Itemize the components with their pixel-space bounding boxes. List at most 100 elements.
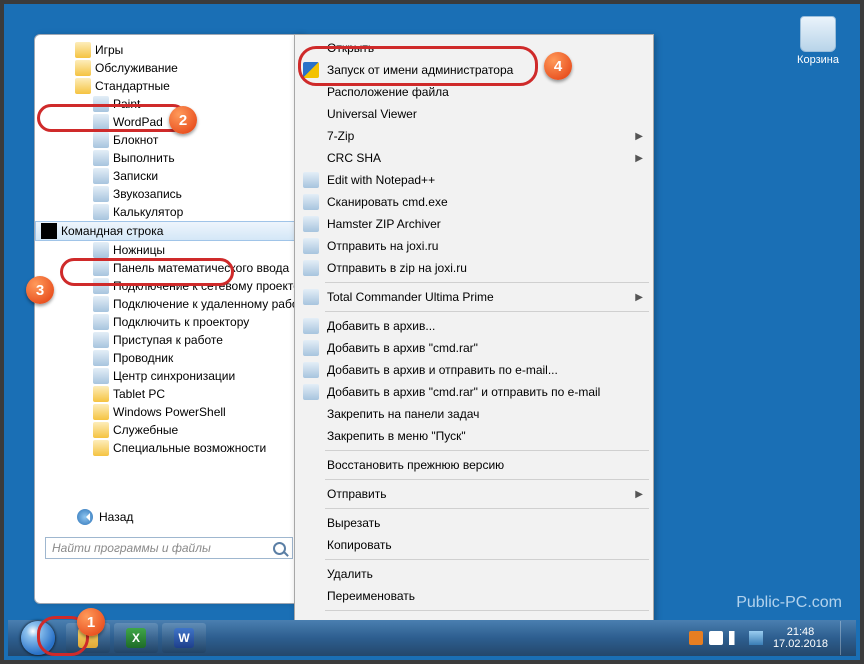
tray-network-icon[interactable] <box>749 631 763 645</box>
taskbar-app-word[interactable]: W <box>162 623 206 653</box>
context-menu-item[interactable]: Запуск от имени администратора <box>297 59 651 81</box>
context-menu-separator <box>325 559 649 560</box>
context-menu-item[interactable]: Удалить <box>297 563 651 585</box>
shield-icon <box>303 62 319 78</box>
program-item-label: Выполнить <box>113 151 175 165</box>
submenu-arrow-icon: ▶ <box>635 131 643 142</box>
back-button[interactable]: Назад <box>35 505 303 529</box>
context-menu-item[interactable]: Edit with Notepad++ <box>297 169 651 191</box>
context-menu-item[interactable]: Добавить в архив "cmd.rar" и отправить п… <box>297 381 651 403</box>
program-item[interactable]: Ножницы <box>35 241 303 259</box>
program-item[interactable]: Записки <box>35 167 303 185</box>
context-menu-item[interactable]: Копировать <box>297 534 651 556</box>
program-item[interactable]: Paint <box>35 95 303 113</box>
back-arrow-icon <box>77 509 93 525</box>
program-item-label: Подключение к удаленному рабочему <box>113 297 303 311</box>
context-menu-item[interactable]: Добавить в архив и отправить по e-mail..… <box>297 359 651 381</box>
start-button[interactable] <box>14 620 62 656</box>
taskbar-app-explorer[interactable] <box>66 623 110 653</box>
tray-flag-icon[interactable] <box>709 631 723 645</box>
program-item-label: Paint <box>113 97 140 111</box>
context-menu-item[interactable]: Добавить в архив... <box>297 315 651 337</box>
folder-icon <box>75 42 91 58</box>
program-item[interactable]: Стандартные <box>35 77 303 95</box>
program-item[interactable]: Подключение к удаленному рабочему <box>35 295 303 313</box>
context-menu-item[interactable]: Universal Viewer <box>297 103 651 125</box>
program-item[interactable]: Калькулятор <box>35 203 303 221</box>
context-menu-item[interactable]: 7-Zip ▶ <box>297 125 651 147</box>
recycle-bin-icon <box>800 16 836 52</box>
exe-icon <box>93 296 109 312</box>
exe-icon <box>93 350 109 366</box>
context-menu-item-label: Добавить в архив... <box>327 319 435 333</box>
submenu-arrow-icon: ▶ <box>635 489 643 500</box>
context-menu-item[interactable]: Hamster ZIP Archiver <box>297 213 651 235</box>
search-icon <box>273 542 286 555</box>
context-menu-item[interactable]: Отправить в zip на joxi.ru <box>297 257 651 279</box>
context-menu-separator <box>325 508 649 509</box>
program-item-label: Блокнот <box>113 133 158 147</box>
program-item[interactable]: Подключить к проектору <box>35 313 303 331</box>
context-menu-item-label: Переименовать <box>327 589 415 603</box>
program-item[interactable]: Специальные возможности <box>35 439 303 457</box>
program-item[interactable]: Панель математического ввода <box>35 259 303 277</box>
context-menu-item-label: Запуск от имени администратора <box>327 63 513 77</box>
context-menu-item-label: Добавить в архив и отправить по e-mail..… <box>327 363 558 377</box>
program-item[interactable]: Центр синхронизации <box>35 367 303 385</box>
program-item[interactable]: Игры <box>35 41 303 59</box>
context-menu-item[interactable]: Сканировать cmd.exe <box>297 191 651 213</box>
program-item[interactable]: WordPad <box>35 113 303 131</box>
program-item[interactable]: Подключение к сетевому проектору <box>35 277 303 295</box>
exe-icon <box>93 168 109 184</box>
context-menu-item[interactable]: Вырезать <box>297 512 651 534</box>
tray-volume-icon[interactable] <box>729 631 743 645</box>
context-menu-item[interactable]: CRC SHA▶ <box>297 147 651 169</box>
program-item[interactable]: Windows PowerShell <box>35 403 303 421</box>
program-item[interactable]: Служебные <box>35 421 303 439</box>
program-item[interactable]: Обслуживание <box>35 59 303 77</box>
program-item[interactable]: Выполнить <box>35 149 303 167</box>
exe-icon <box>303 260 319 276</box>
exe-icon <box>303 362 319 378</box>
context-menu-item[interactable]: Закрепить в меню "Пуск" <box>297 425 651 447</box>
context-menu-item-label: 7-Zip <box>327 129 354 143</box>
context-menu-item[interactable]: Отправить на joxi.ru <box>297 235 651 257</box>
exe-icon <box>93 132 109 148</box>
context-menu-item[interactable]: Закрепить на панели задач <box>297 403 651 425</box>
program-item-label: Командная строка <box>61 224 163 238</box>
program-item[interactable]: Проводник <box>35 349 303 367</box>
show-desktop-button[interactable] <box>840 621 850 655</box>
search-input[interactable]: Найти программы и файлы <box>45 537 293 559</box>
program-item[interactable]: Звукозапись <box>35 185 303 203</box>
context-menu-item[interactable]: Расположение файла <box>297 81 651 103</box>
context-menu-item-label: Universal Viewer <box>327 107 417 121</box>
taskbar-clock[interactable]: 21:48 17.02.2018 <box>773 626 828 650</box>
context-menu-item[interactable]: Total Commander Ultima Prime ▶ <box>297 286 651 308</box>
taskbar-app-excel[interactable]: X <box>114 623 158 653</box>
context-menu-item[interactable]: Добавить в архив "cmd.rar" <box>297 337 651 359</box>
programs-tree: Игры Обслуживание Стандартные Paint WordPad Б… <box>35 35 303 505</box>
recycle-bin[interactable]: Корзина <box>796 16 840 66</box>
exe-icon <box>93 278 109 294</box>
tray-icon[interactable] <box>689 631 703 645</box>
context-menu-item[interactable]: Открыть <box>297 37 651 59</box>
context-menu-item-label: Total Commander Ultima Prime <box>327 290 494 304</box>
context-menu-item-label: Hamster ZIP Archiver <box>327 217 441 231</box>
exe-icon <box>303 172 319 188</box>
exe-icon <box>93 114 109 130</box>
program-item[interactable]: Командная строка <box>35 221 303 241</box>
submenu-arrow-icon: ▶ <box>635 292 643 303</box>
program-item[interactable]: Приступая к работе <box>35 331 303 349</box>
program-item[interactable]: Блокнот <box>35 131 303 149</box>
context-menu-separator <box>325 282 649 283</box>
context-menu-item[interactable]: Восстановить прежнюю версию <box>297 454 651 476</box>
folder-icon <box>75 78 91 94</box>
exe-icon <box>303 384 319 400</box>
clock-time: 21:48 <box>773 626 828 638</box>
program-item-label: Обслуживание <box>95 61 178 75</box>
context-menu-item[interactable]: Переименовать <box>297 585 651 607</box>
exe-icon <box>93 96 109 112</box>
context-menu-item-label: Отправить на joxi.ru <box>327 239 438 253</box>
program-item[interactable]: Tablet PC <box>35 385 303 403</box>
context-menu-item[interactable]: Отправить▶ <box>297 483 651 505</box>
